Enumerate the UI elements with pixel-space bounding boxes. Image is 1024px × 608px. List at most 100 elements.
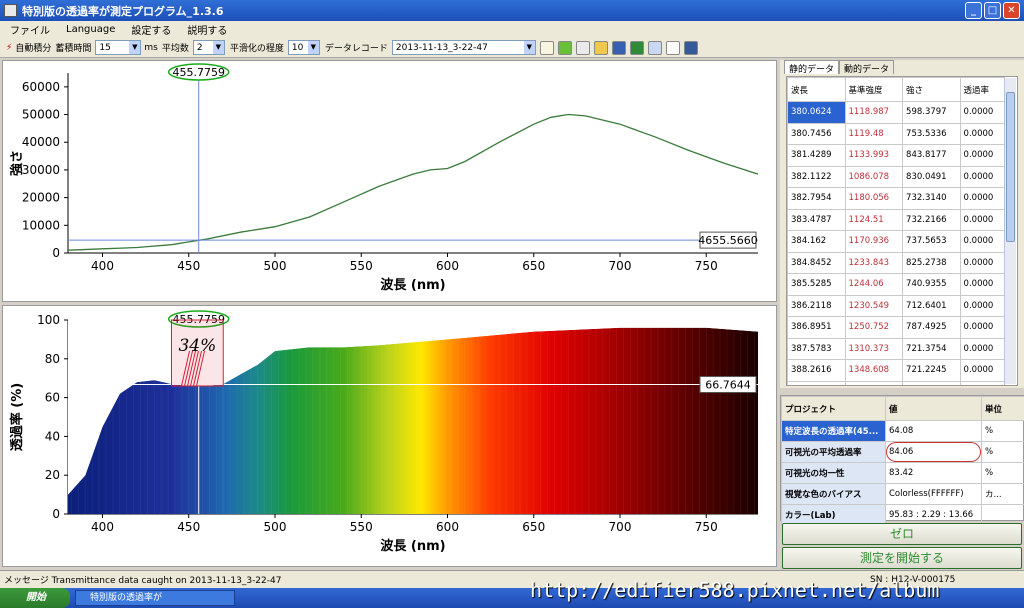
project-cell: 64.08	[885, 420, 982, 442]
table-row[interactable]: 387.5783 1310.373 721.3754 0.0000	[787, 337, 1006, 360]
integration-time-label: 蓄積時間	[55, 44, 92, 54]
table-row[interactable]: 388.94491254.532671.09330.0000	[787, 380, 1006, 385]
table-cell: 386.8951	[787, 316, 846, 339]
column-value: 値	[885, 396, 982, 421]
play-icon[interactable]	[557, 40, 572, 55]
table-scrollbar[interactable]	[1004, 78, 1016, 384]
y-tick-label: 40000	[22, 135, 60, 149]
x-tick-label: 550	[350, 259, 373, 273]
table-cell: 1233.843	[844, 251, 904, 274]
x-tick-label: 450	[177, 259, 200, 273]
table-cell: 386.2118	[787, 294, 846, 317]
y-tick-label: 20000	[22, 191, 60, 205]
table-row[interactable]: 381.4289 1133.993 843.8177 0.0000	[787, 144, 1006, 167]
x-axis-label: 波長 (nm)	[380, 277, 445, 293]
table-row[interactable]: 382.1122 1086.078 830.0491 0.0000	[787, 165, 1006, 188]
x-tick-label: 400	[91, 520, 114, 534]
table-cell: 0.0000	[959, 316, 1006, 339]
scrollbar-thumb[interactable]	[1006, 92, 1015, 242]
menu-help[interactable]: 説明する	[187, 22, 227, 37]
taskbar-item[interactable]: 特別版の透過率が	[75, 590, 235, 606]
y-tick-label: 60000	[22, 80, 60, 94]
save-icon[interactable]	[611, 40, 626, 55]
excel-icon[interactable]	[629, 40, 644, 55]
report-icon[interactable]	[647, 40, 662, 55]
record-select[interactable]: 2013-11-13_3-22-47 ▼	[391, 40, 536, 55]
table-row[interactable]: 386.8951 1250.752 787.4925 0.0000	[787, 316, 1006, 339]
table-cell: 382.7954	[787, 187, 846, 210]
maximize-button[interactable]: □	[984, 2, 1001, 19]
project-table: プロジェクト 値 単位 特定波長の透過率(45... 64.08% 可視光の平均透過…	[780, 395, 1024, 526]
project-row[interactable]: 可視光の平均透過率 84.06%	[781, 441, 1024, 463]
close-button[interactable]: ✕	[1003, 2, 1020, 19]
table-cell: 671.0933	[902, 380, 961, 385]
data-panel: 静的データ 動的データ 波長 基準強度 強さ 透過率 380.0624 1118.…	[780, 60, 1024, 388]
menu-bar: ファイル Language 設定する 説明する	[0, 21, 1024, 38]
document-icon[interactable]	[665, 40, 680, 55]
column-intensity[interactable]: 強さ	[902, 77, 961, 102]
smoothing-label: 平滑化の程度	[229, 44, 284, 54]
table-row[interactable]: 383.4787 1124.51 732.2166 0.0000	[787, 208, 1006, 231]
table-cell: 1250.752	[844, 316, 904, 339]
table-row[interactable]: 384.162 1170.936 737.5653 0.0000	[787, 230, 1006, 253]
tab-static-data[interactable]: 静的データ	[784, 60, 840, 75]
intensity-chart-panel: 400 450 500 550 600 650 700 750 0 10000 20000 30000…	[2, 60, 777, 302]
chevron-down-icon: ▼	[307, 41, 319, 54]
folder-icon[interactable]	[593, 40, 608, 55]
table-cell: 1133.993	[844, 144, 904, 167]
window-title: 特別版の透過率が測定プログラム_1.3.6	[22, 4, 224, 18]
start-measurement-button[interactable]: 測定を開始する	[782, 547, 1022, 569]
table-cell: 1086.078	[844, 165, 904, 188]
table-cell: 387.5783	[787, 337, 846, 360]
column-reference[interactable]: 基準強度	[844, 77, 904, 102]
project-row[interactable]: 特定波長の透過率(45... 64.08%	[781, 420, 1024, 442]
average-label: 平均数	[161, 44, 189, 54]
table-row[interactable]: 382.7954 1180.056 732.3140 0.0000	[787, 187, 1006, 210]
project-cell: Colorless(FFFFFF)	[885, 483, 982, 505]
table-row[interactable]: 384.8452 1233.843 825.2738 0.0000	[787, 251, 1006, 274]
cursor-y-value: 66.7644	[705, 378, 751, 391]
project-row[interactable]: 可視光の均一性 83.42%	[781, 462, 1024, 484]
table-cell: 0.0000	[959, 294, 1006, 317]
average-select[interactable]: 2 ▼	[192, 40, 225, 55]
project-cell: %	[981, 462, 1024, 484]
project-cell: 83.42	[885, 462, 982, 484]
x-tick-label: 650	[522, 259, 545, 273]
menu-settings[interactable]: 設定する	[131, 22, 171, 37]
column-wavelength[interactable]: 波長	[787, 77, 846, 102]
start-button[interactable]: 開始	[0, 588, 70, 608]
table-row[interactable]: 385.5285 1244.06 740.9355 0.0000	[787, 273, 1006, 296]
table-cell: 598.3797	[902, 101, 961, 124]
menu-language[interactable]: Language	[66, 24, 115, 35]
auto-integration-toggle[interactable]: ⚡ 自動積分	[6, 40, 51, 56]
transmittance-chart: 400 450 500 550 600 650 700 750 0 20 40 60 80 100 波長 (…	[9, 310, 758, 554]
table-cell: 0.0000	[959, 273, 1006, 296]
y-tick-label: 0	[52, 507, 60, 521]
zero-button[interactable]: ゼロ	[782, 523, 1022, 545]
column-transmittance[interactable]: 透過率	[959, 77, 1006, 102]
table-cell: 1254.532	[844, 380, 904, 385]
screen-icon[interactable]	[683, 40, 698, 55]
table-row[interactable]: 386.2118 1230.549 712.6401 0.0000	[787, 294, 1006, 317]
y-tick-label: 30000	[22, 163, 60, 177]
table-cell: 0.0000	[959, 230, 1006, 253]
integration-time-select[interactable]: 15 ▼	[95, 40, 142, 55]
table-cell: 0.0000	[959, 122, 1006, 145]
table-cell: 830.0491	[902, 165, 961, 188]
project-row[interactable]: 視覚な色のバイアス Colorless(FFFFFF) カ...	[781, 483, 1024, 505]
minimize-button[interactable]: _	[965, 2, 982, 19]
table-row[interactable]: 388.2616 1348.608 721.2245 0.0000	[787, 359, 1006, 382]
table-cell: 380.7456	[787, 122, 846, 145]
table-cell: 1244.06	[844, 273, 904, 296]
tab-dynamic-data[interactable]: 動的データ	[839, 60, 895, 75]
smoothing-select[interactable]: 10 ▼	[287, 40, 320, 55]
menu-file[interactable]: ファイル	[10, 22, 50, 37]
table-cell: 1348.608	[844, 359, 904, 382]
chart-icon[interactable]	[539, 40, 554, 55]
table-row[interactable]: 380.0624 1118.987 598.3797 0.0000	[787, 101, 1006, 124]
table-row[interactable]: 380.7456 1119.48 753.5336 0.0000	[787, 122, 1006, 145]
x-tick-label: 500	[264, 520, 287, 534]
table-cell: 787.4925	[902, 316, 961, 339]
pointer-icon[interactable]	[575, 40, 590, 55]
x-tick-label: 600	[436, 520, 459, 534]
